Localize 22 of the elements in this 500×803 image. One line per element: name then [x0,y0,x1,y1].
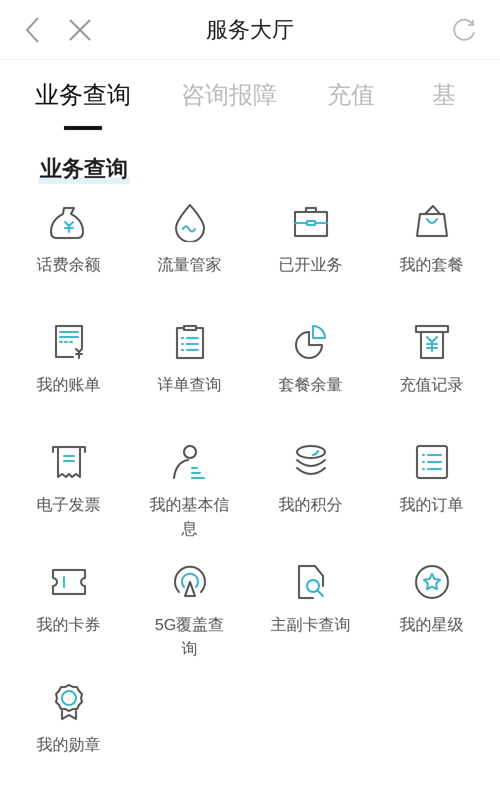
service-item[interactable]: 已开业务 [260,202,360,278]
service-item[interactable]: 电子发票 [18,442,118,518]
back-icon [24,16,40,44]
service-item[interactable]: 话费余额 [18,202,118,278]
service-item[interactable]: 我的积分 [260,442,360,518]
close-icon [68,18,92,42]
service-item[interactable]: 我的基本信息 [140,442,240,542]
service-item[interactable]: 我的勋章 [18,682,118,758]
service-item[interactable]: 我的星级 [382,562,482,638]
refresh-icon [451,16,477,42]
service-item[interactable]: 流量管家 [140,202,240,278]
service-item[interactable]: 我的套餐 [382,202,482,278]
service-item[interactable]: 我的账单 [18,322,118,398]
service-item[interactable]: 我的订单 [382,442,482,518]
service-item[interactable]: 主副卡查询 [260,562,360,638]
service-item[interactable]: 我的卡券 [18,562,118,638]
service-item[interactable]: 套餐余量 [260,322,360,398]
service-item[interactable]: 5G覆盖查询 [140,562,240,662]
tab[interactable]: 业务查询 [35,78,131,130]
service-item[interactable]: 充值记录 [382,322,482,398]
service-item[interactable]: 详单查询 [140,322,240,398]
page-title: 服务大厅 [206,16,294,44]
